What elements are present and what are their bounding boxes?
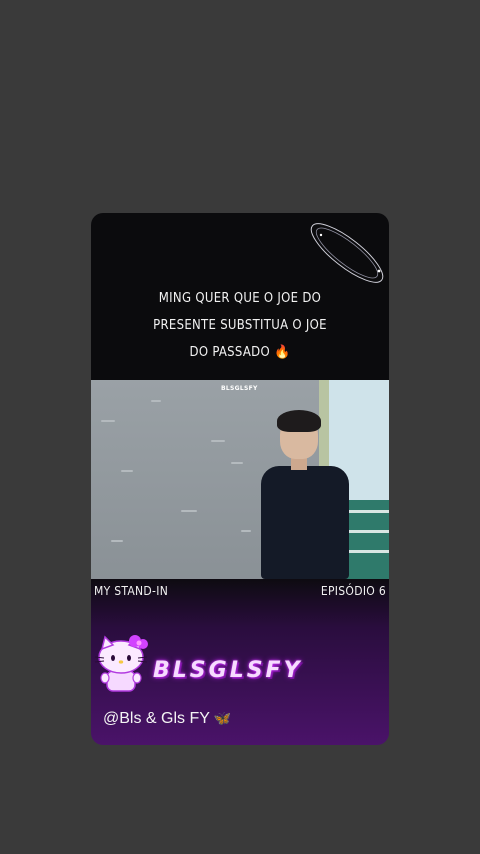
headline-line-2: PRESENTE SUBSTITUA O JOE xyxy=(153,318,327,333)
orbit-rings-icon xyxy=(310,223,384,283)
brand-logo-text: BLSGLSFY xyxy=(153,658,303,683)
video-frame[interactable]: BLSGLSFY xyxy=(91,380,389,579)
brand-row: BLSGLSFY xyxy=(91,623,389,703)
headline-line-3: DO PASSADO 🔥 xyxy=(189,345,291,360)
headline-line-1: MING QUER QUE O JOE DO xyxy=(158,291,322,306)
person-hair xyxy=(277,410,321,432)
show-title: MY STAND-IN xyxy=(94,584,169,598)
handle-text: @Bls & Gls FY xyxy=(103,710,210,727)
story-card: MING QUER QUE O JOE DO PRESENTE SUBSTITU… xyxy=(91,213,389,745)
account-handle[interactable]: @Bls & Gls FY 🦋 xyxy=(103,710,231,728)
hello-kitty-logo-icon xyxy=(94,635,148,692)
video-watermark: BLSGLSFY xyxy=(221,385,258,392)
caption-row: MY STAND-IN EPISÓDIO 6 xyxy=(91,580,389,602)
butterfly-icon: 🦋 xyxy=(213,710,232,726)
episode-label: EPISÓDIO 6 xyxy=(320,584,386,598)
person-torso xyxy=(261,466,349,579)
headline-text: MING QUER QUE O JOE DO PRESENTE SUBSTITU… xyxy=(91,285,389,366)
